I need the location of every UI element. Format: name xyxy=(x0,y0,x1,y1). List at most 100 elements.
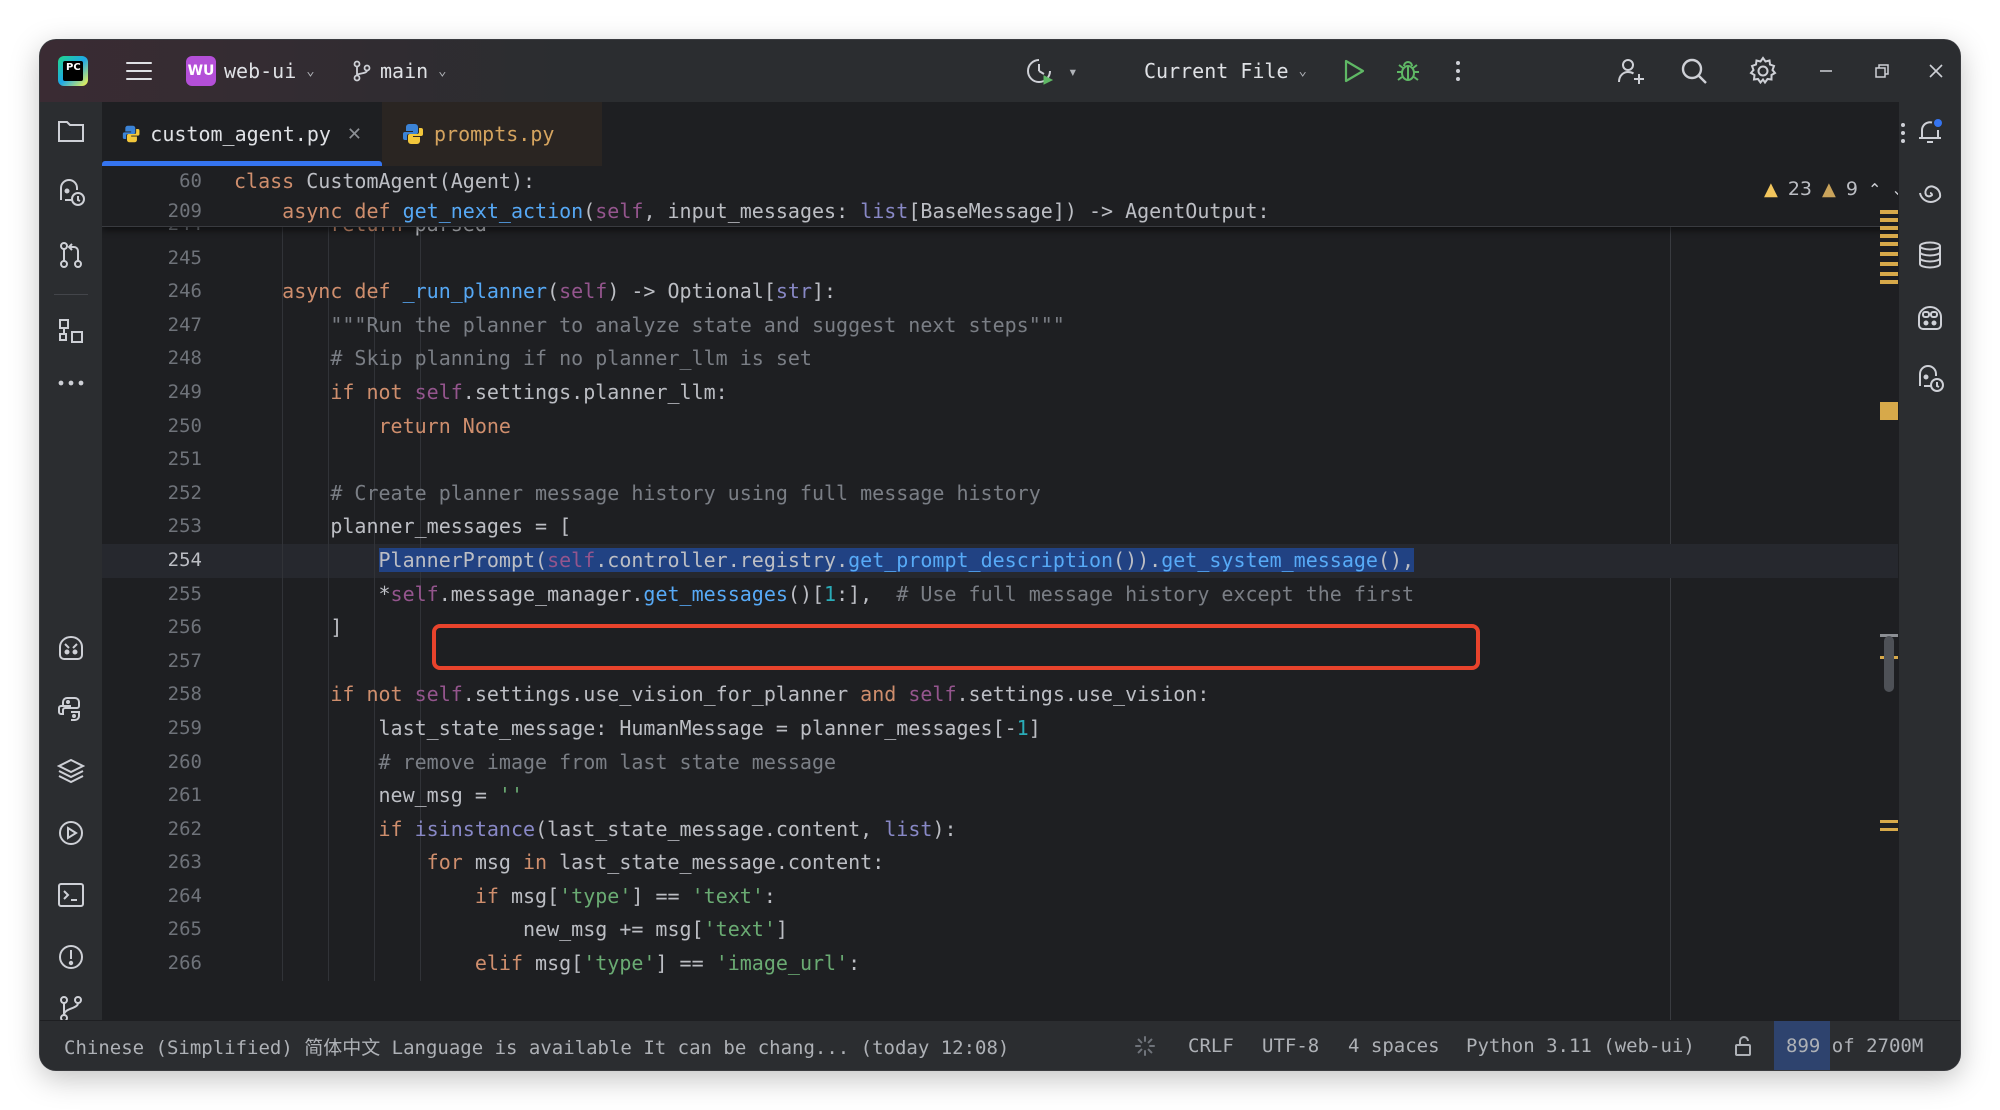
code-editor[interactable]: 60 class CustomAgent(Agent): 209 async def… xyxy=(102,166,1898,1020)
error-stripe[interactable] xyxy=(1868,166,1898,1020)
line-separator-widget[interactable]: CRLF xyxy=(1188,1021,1234,1070)
code-text: last_state_message: HumanMessage = plann… xyxy=(234,715,1041,740)
more-actions-button[interactable] xyxy=(1448,40,1468,102)
warning-marker[interactable] xyxy=(1880,234,1898,238)
current-code-line[interactable]: 254 PlannerPrompt(self.controller.regist… xyxy=(102,543,1898,578)
structure-tool-button[interactable] xyxy=(54,314,88,348)
code-line[interactable]: 249 if not self.settings.planner_llm: xyxy=(102,375,1898,410)
more-tools-button[interactable] xyxy=(54,366,88,400)
memory-indicator[interactable]: 899 of 2700M xyxy=(1774,1021,1960,1070)
sticky-lines-header[interactable]: 60 class CustomAgent(Agent): 209 async def… xyxy=(102,166,1898,227)
search-button[interactable] xyxy=(1680,40,1708,102)
main-menu-button[interactable] xyxy=(124,40,154,102)
code-line[interactable]: 261 new_msg = '' xyxy=(102,779,1898,813)
line-number: 259 xyxy=(167,716,202,739)
warning-marker[interactable] xyxy=(1880,252,1898,256)
ai-chat-tool-button[interactable] xyxy=(1913,176,1947,210)
code-text: # Skip planning if no planner_llm is set xyxy=(330,346,812,371)
readonly-toggle[interactable] xyxy=(1734,1021,1754,1070)
tab-label: custom_agent.py xyxy=(150,122,331,146)
notifications-tool-button[interactable] xyxy=(1913,114,1947,148)
project-tool-button[interactable] xyxy=(54,114,88,148)
indent-guide xyxy=(374,611,375,645)
code-line[interactable]: 264 if msg['type'] == 'text': xyxy=(102,879,1898,914)
restore-button[interactable] xyxy=(1862,40,1902,102)
project-selector[interactable]: WU web-ui ⌄ xyxy=(186,40,315,102)
code-line[interactable]: 250 return None xyxy=(102,409,1898,444)
warning-marker[interactable] xyxy=(1880,210,1898,214)
tab-options-button[interactable] xyxy=(1900,122,1906,150)
ai-assistant-right-tool-button[interactable] xyxy=(1913,362,1947,396)
run-configuration-selector[interactable]: Current File ⌄ xyxy=(1144,40,1307,102)
warning-marker[interactable] xyxy=(1880,820,1898,823)
vertical-scrollbar-thumb[interactable] xyxy=(1884,636,1894,692)
bug-icon xyxy=(1397,61,1419,81)
close-window-button[interactable] xyxy=(1916,40,1956,102)
services-tool-button[interactable] xyxy=(54,816,88,850)
python-console-tool-button[interactable] xyxy=(54,692,88,726)
minimize-button[interactable] xyxy=(1806,40,1846,102)
code-text: if not self.settings.use_vision_for_plan… xyxy=(330,682,1210,707)
warning-marker[interactable] xyxy=(1880,272,1898,276)
tab-custom-agent[interactable]: custom_agent.py ✕ xyxy=(102,102,382,167)
warning-marker[interactable] xyxy=(1880,218,1898,222)
warning-marker[interactable] xyxy=(1880,242,1898,246)
branch-selector[interactable]: main ⌄ xyxy=(352,40,447,102)
terminal-tool-button[interactable] xyxy=(54,878,88,912)
code-line[interactable]: 252 # Create planner message history usi… xyxy=(102,476,1898,511)
close-icon[interactable]: ✕ xyxy=(347,124,362,145)
toolbar-divider xyxy=(54,294,88,295)
code-line[interactable]: 265 new_msg += msg['text'] xyxy=(102,913,1898,948)
warning-marker[interactable] xyxy=(1880,262,1898,266)
warning-marker[interactable] xyxy=(1880,280,1898,284)
code-line[interactable]: 245 xyxy=(102,241,1898,276)
debug-button[interactable] xyxy=(1394,40,1422,102)
settings-button[interactable] xyxy=(1748,40,1778,102)
app-logo[interactable]: PC xyxy=(58,40,88,102)
code-with-me-button[interactable] xyxy=(1616,40,1646,102)
code-line[interactable]: 260 # remove image from last state messa… xyxy=(102,745,1898,780)
code-line[interactable]: 248 # Skip planning if no planner_llm is… xyxy=(102,342,1898,376)
interpreter-widget[interactable]: Python 3.11 (web-ui) xyxy=(1466,1021,1695,1070)
problems-tool-button[interactable] xyxy=(54,940,88,974)
encoding-widget[interactable]: UTF-8 xyxy=(1262,1021,1319,1070)
run-button[interactable] xyxy=(1340,40,1368,102)
tab-prompts[interactable]: prompts.py xyxy=(382,102,602,166)
indent-guide xyxy=(282,443,283,477)
ai-assistant-tool-button[interactable] xyxy=(54,176,88,210)
code-text: elif msg['type'] == 'image_url': xyxy=(474,951,861,976)
status-message[interactable]: Chinese (Simplified) 简体中文 Language is av… xyxy=(64,1021,1009,1070)
code-text: async def get_next_action(self, input_me… xyxy=(282,199,1270,223)
project-badge: WU xyxy=(186,56,216,86)
profiler-button[interactable]: ▾ xyxy=(1024,40,1078,102)
warning-marker[interactable] xyxy=(1880,226,1898,230)
code-text: new_msg += msg['text'] xyxy=(234,917,788,942)
database-tool-button[interactable] xyxy=(1913,238,1947,272)
pull-requests-tool-button[interactable] xyxy=(54,238,88,272)
code-line[interactable]: 253 planner_messages = [ xyxy=(102,510,1898,544)
code-line[interactable]: 257 xyxy=(102,644,1898,679)
code-text: for msg in last_state_message.content: xyxy=(426,850,885,875)
code-line[interactable]: 256 ] xyxy=(102,611,1898,645)
code-line[interactable]: 259 last_state_message: HumanMessage = p… xyxy=(102,711,1898,746)
warning-marker[interactable] xyxy=(1880,402,1898,420)
code-line[interactable]: 262 if isinstance(last_state_message.con… xyxy=(102,812,1898,847)
unlock-icon xyxy=(1735,1036,1751,1056)
sticky-line[interactable]: 60 class CustomAgent(Agent): xyxy=(102,166,1898,196)
code-line[interactable]: 251 xyxy=(102,443,1898,477)
copilot-tool-button[interactable] xyxy=(1913,300,1947,334)
code-text: # remove image from last state message xyxy=(378,749,837,774)
warning-marker[interactable] xyxy=(1880,828,1898,831)
code-line[interactable]: 247 """Run the planner to analyze state … xyxy=(102,308,1898,343)
code-line[interactable]: 266 elif msg['type'] == 'image_url': xyxy=(102,947,1898,981)
indent-widget[interactable]: 4 spaces xyxy=(1348,1021,1440,1070)
python-packages-tool-button[interactable] xyxy=(54,754,88,788)
terminal-icon xyxy=(58,883,84,907)
sticky-line[interactable]: 209 async def get_next_action(self, inpu… xyxy=(102,196,1898,226)
code-line[interactable]: 246 async def _run_planner(self) -> Opti… xyxy=(102,275,1898,309)
code-line[interactable]: 263 for msg in last_state_message.conten… xyxy=(102,846,1898,880)
code-line[interactable]: 258 if not self.settings.use_vision_for_… xyxy=(102,678,1898,712)
code-line[interactable]: 255 *self.message_manager.get_messages()… xyxy=(102,577,1898,612)
problems-icon xyxy=(59,945,83,969)
copilot-chat-tool-button[interactable] xyxy=(54,630,88,664)
